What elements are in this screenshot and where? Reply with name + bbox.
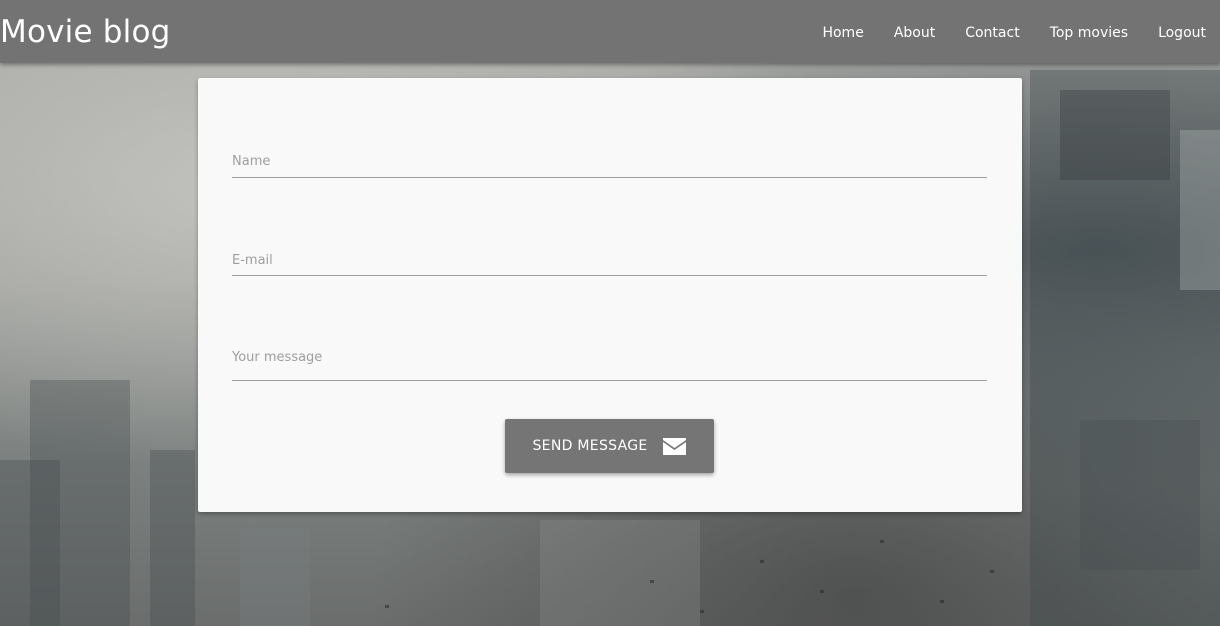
message-field xyxy=(232,348,987,381)
envelope-icon xyxy=(662,437,687,456)
nav-logout-link[interactable]: Logout xyxy=(1158,25,1206,41)
email-input[interactable] xyxy=(232,245,987,275)
nav-links: Home About Contact Top movies Logout xyxy=(807,0,1220,63)
name-field xyxy=(232,146,987,178)
nav-about-link[interactable]: About xyxy=(894,25,935,41)
navbar: Movie blog Home About Contact Top movies… xyxy=(0,0,1220,63)
message-textarea[interactable] xyxy=(232,348,987,380)
name-input[interactable] xyxy=(232,146,987,177)
nav-home-link[interactable]: Home xyxy=(822,25,863,41)
brand-logo[interactable]: Movie blog xyxy=(0,10,171,54)
send-message-label: SEND MESSAGE xyxy=(532,438,648,454)
nav-contact-link[interactable]: Contact xyxy=(965,25,1019,41)
email-field xyxy=(232,245,987,276)
contact-form-card: SEND MESSAGE xyxy=(198,78,1022,512)
nav-top-movies-link[interactable]: Top movies xyxy=(1050,25,1128,41)
send-message-button[interactable]: SEND MESSAGE xyxy=(505,419,714,473)
